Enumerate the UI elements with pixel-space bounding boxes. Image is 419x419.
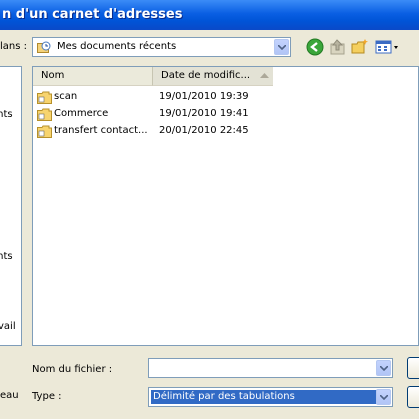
views-menu-icon[interactable] [375, 38, 401, 56]
filename-dropdown-button[interactable] [376, 360, 391, 376]
window-title: n d'un carnet d'adresses [2, 7, 183, 22]
column-header-name[interactable]: Nom [33, 67, 153, 86]
chevron-down-icon [380, 395, 388, 400]
file-type-value: Délimité par des tabulations [151, 390, 377, 404]
look-in-value: Mes documents récents [57, 41, 177, 52]
filename-input[interactable] [148, 358, 393, 378]
places-item-network[interactable]: eau [0, 390, 19, 401]
file-row[interactable]: transfert contact... 20/01/2010 22:45 [37, 123, 417, 140]
places-item-recent[interactable]: ents [0, 109, 13, 120]
file-type-dropdown[interactable]: Délimité par des tabulations [148, 387, 393, 407]
back-icon[interactable] [306, 38, 324, 56]
cancel-button[interactable] [407, 386, 419, 408]
places-item-workstation[interactable]: vail [0, 321, 16, 332]
column-header-date[interactable]: Date de modific... [153, 67, 273, 86]
look-in-dropdown-button[interactable] [274, 39, 289, 55]
open-button[interactable] [407, 357, 419, 379]
file-date: 20/01/2010 22:45 [159, 125, 249, 136]
places-bar: ents ents vail [0, 66, 22, 346]
file-date: 19/01/2010 19:41 [159, 108, 249, 119]
file-row[interactable]: scan 19/01/2010 19:39 [37, 89, 417, 106]
look-in-dropdown[interactable]: Mes documents récents [32, 37, 291, 57]
look-in-label: lans : [0, 41, 28, 52]
recent-documents-icon [37, 41, 51, 53]
places-item-documents[interactable]: ents [0, 251, 13, 262]
folder-icon [37, 125, 52, 141]
filename-label: Nom du fichier : [32, 364, 113, 375]
file-row[interactable]: Commerce 19/01/2010 19:41 [37, 106, 417, 123]
new-folder-icon[interactable] [351, 38, 369, 56]
file-name: scan [54, 91, 78, 102]
chevron-down-icon [278, 45, 286, 50]
up-folder-icon[interactable] [329, 38, 347, 56]
title-bar[interactable]: n d'un carnet d'adresses [0, 0, 419, 30]
chevron-down-icon [380, 366, 388, 371]
file-name: transfert contact... [54, 125, 148, 136]
file-list[interactable]: Nom Date de modific... scan 19/01/2010 1… [32, 66, 419, 346]
file-date: 19/01/2010 19:39 [159, 91, 249, 102]
file-name: Commerce [54, 108, 109, 119]
sort-ascending-icon [260, 73, 269, 78]
file-type-dropdown-button[interactable] [376, 389, 391, 405]
file-type-label: Type : [32, 391, 62, 402]
folder-icon [37, 91, 52, 107]
folder-icon [37, 108, 52, 124]
